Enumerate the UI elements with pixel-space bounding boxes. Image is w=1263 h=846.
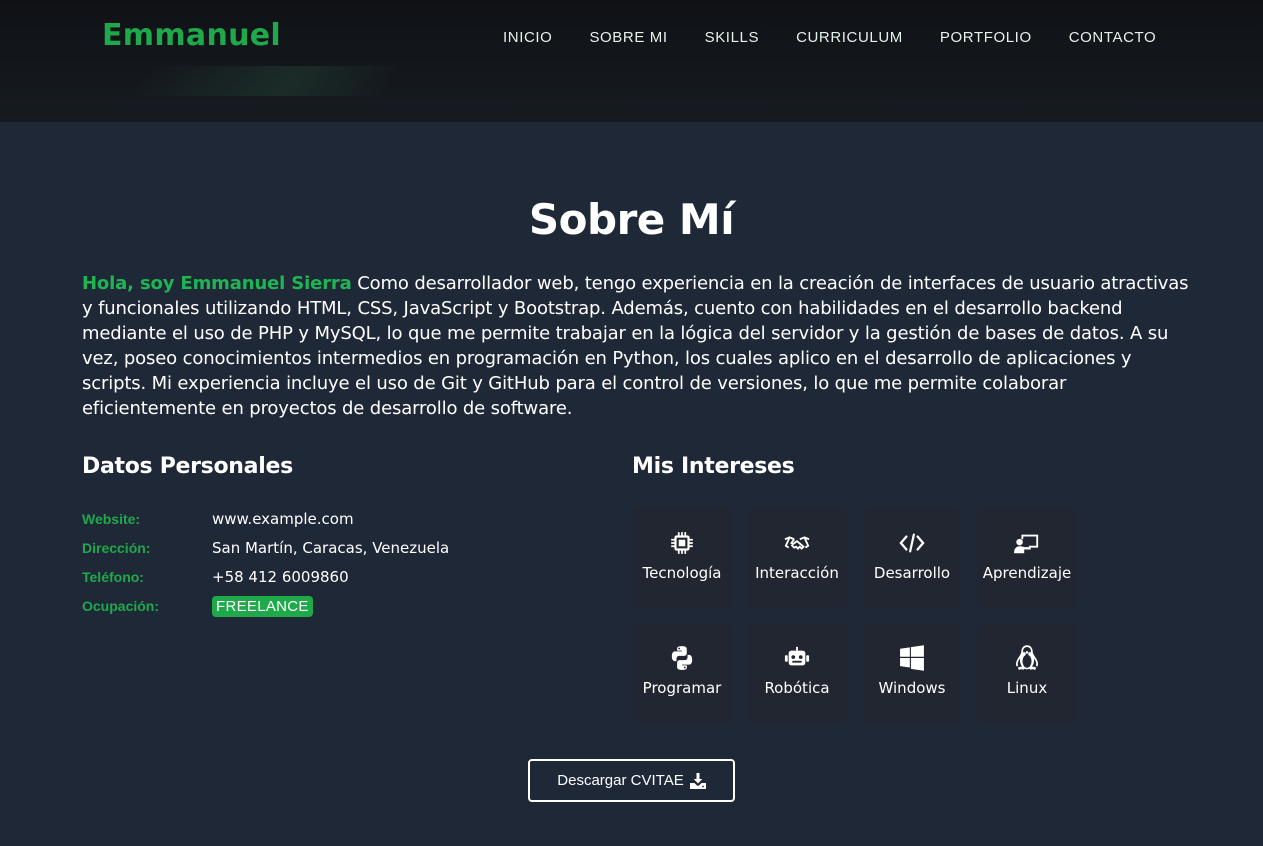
nav-link-skills[interactable]: SKILLS — [705, 29, 759, 46]
interest-card-programar[interactable]: Programar — [632, 623, 732, 723]
handshake-icon — [784, 536, 810, 550]
info-row-occupation: Ocupación: FREELANCE — [82, 595, 313, 617]
interest-label: Interacción — [755, 564, 839, 582]
info-key: Website: — [82, 511, 141, 527]
nav-link-portfolio[interactable]: PORTFOLIO — [940, 29, 1032, 46]
windows-icon — [900, 645, 924, 671]
nav-link-curriculum[interactable]: CURRICULUM — [796, 29, 903, 46]
interest-label: Tecnología — [642, 564, 722, 582]
teacher-icon — [1014, 534, 1039, 554]
interest-label: Robótica — [764, 679, 830, 697]
nav-link-sobre-mi[interactable]: SOBRE MI — [589, 29, 667, 46]
info-row-phone: Teléfono: +58 412 6009860 — [82, 566, 349, 588]
interest-label: Aprendizaje — [982, 564, 1072, 582]
interest-card-robotica[interactable]: Robótica — [747, 623, 847, 723]
interest-label: Programar — [642, 679, 722, 697]
interest-card-desarrollo[interactable]: Desarrollo — [862, 508, 962, 608]
info-key: Teléfono: — [82, 569, 144, 585]
info-row-address: Dirección: San Martín, Caracas, Venezuel… — [82, 537, 449, 559]
intro-highlight: Hola, soy Emmanuel Sierra — [82, 273, 352, 294]
nav-link-inicio[interactable]: INICIO — [503, 29, 552, 46]
download-cv-button[interactable]: Descargar CVITAE — [528, 759, 735, 802]
info-key: Ocupación: — [82, 598, 160, 614]
header-decoration — [131, 66, 399, 96]
download-label: Descargar CVITAE — [557, 772, 684, 789]
section-title: Sobre Mí — [528, 195, 735, 244]
info-value: +58 412 6009860 — [212, 568, 349, 586]
nav-link-contacto[interactable]: CONTACTO — [1069, 29, 1157, 46]
interest-card-aprendizaje[interactable]: Aprendizaje — [977, 508, 1077, 608]
python-icon — [671, 646, 693, 670]
linux-icon — [1016, 645, 1038, 671]
occupation-badge: FREELANCE — [212, 595, 313, 617]
info-key: Dirección: — [82, 540, 151, 556]
interests-title: Mis Intereses — [632, 454, 795, 479]
info-row-website: Website: www.example.com — [82, 508, 354, 530]
main-nav: INICIO SOBRE MI SKILLS CURRICULUM PORTFO… — [503, 29, 1193, 46]
info-value[interactable]: www.example.com — [212, 510, 354, 528]
interest-label: Desarrollo — [873, 564, 951, 582]
interest-label: Windows — [878, 679, 946, 697]
interest-card-linux[interactable]: Linux — [977, 623, 1077, 723]
interest-card-tecnologia[interactable]: Tecnología — [632, 508, 732, 608]
download-icon — [689, 772, 706, 789]
info-value: San Martín, Caracas, Venezuela — [212, 539, 450, 557]
personal-data-title: Datos Personales — [82, 454, 293, 479]
intro-text: Como desarrollador web, tengo experienci… — [82, 273, 1189, 419]
code-icon — [899, 533, 925, 553]
site-header: Emmanuel INICIO SOBRE MI SKILLS CURRICUL… — [0, 0, 1263, 122]
robot-icon — [784, 646, 810, 666]
interest-card-interaccion[interactable]: Interacción — [747, 508, 847, 608]
intro-paragraph: Hola, soy Emmanuel Sierra Como desarroll… — [82, 271, 1192, 421]
interest-card-windows[interactable]: Windows — [862, 623, 962, 723]
interest-label: Linux — [1006, 679, 1048, 697]
site-logo[interactable]: Emmanuel — [102, 18, 281, 53]
chip-icon — [671, 532, 693, 554]
